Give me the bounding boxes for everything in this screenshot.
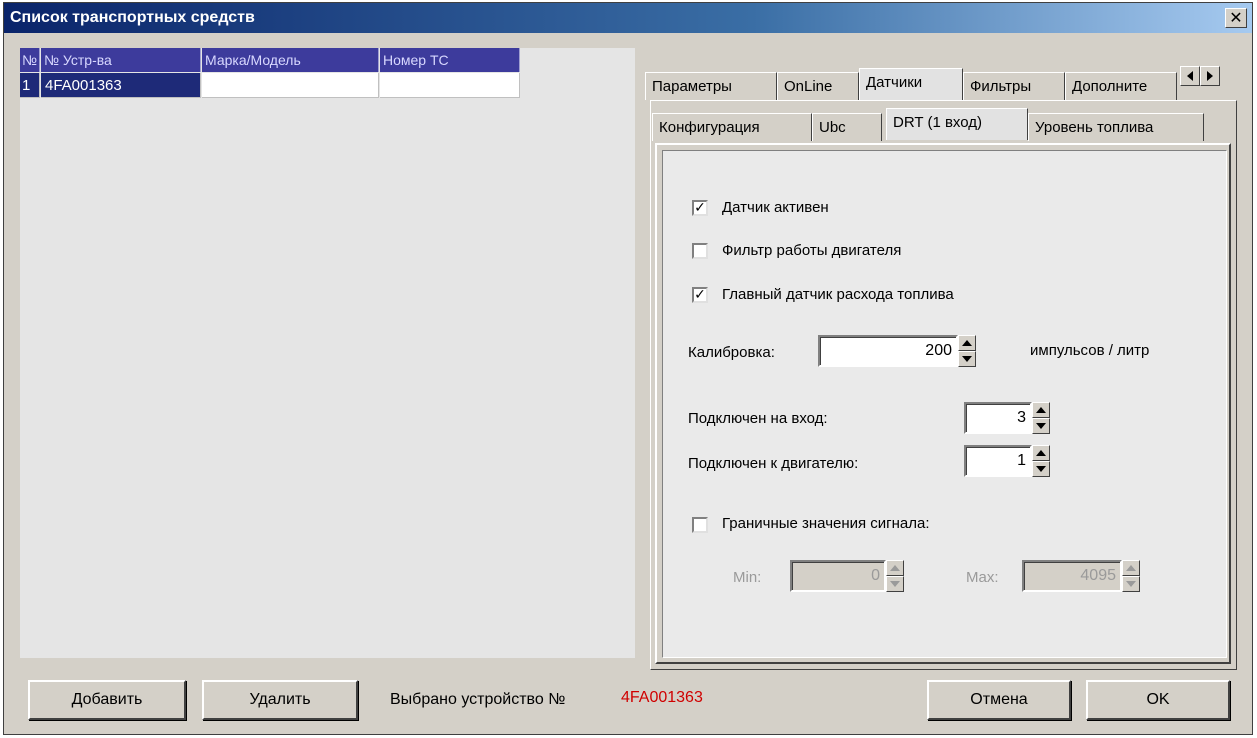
min-value-field[interactable]: 0 <box>790 560 886 592</box>
max-value-stepper[interactable] <box>1122 560 1140 592</box>
cancel-button[interactable]: Отмена <box>927 680 1071 720</box>
arrow-left-icon <box>1187 71 1193 81</box>
column-header-device[interactable]: № Устр-ва <box>41 48 201 72</box>
spin-down-button[interactable] <box>1032 418 1050 434</box>
sensor-active-checkbox[interactable]: ✓ <box>692 200 708 216</box>
tab-scroll-left-button[interactable] <box>1180 66 1200 86</box>
checkmark-icon: ✓ <box>694 287 706 303</box>
delete-button[interactable]: Удалить <box>202 680 358 720</box>
tab-additional[interactable]: Дополните <box>1065 72 1177 100</box>
subtab-drt[interactable]: DRT (1 вход) <box>886 108 1028 140</box>
calibration-unit-label: импульсов / литр <box>1030 342 1150 359</box>
input-number-stepper[interactable] <box>1032 402 1050 434</box>
tab-sensors[interactable]: Датчики <box>859 68 963 100</box>
selected-device-value: 4FA001363 <box>621 689 703 706</box>
calibration-label: Калибровка: <box>688 344 775 361</box>
min-value-stepper[interactable] <box>886 560 904 592</box>
spin-down-button[interactable] <box>1122 576 1140 592</box>
calibration-input[interactable]: 200 <box>818 335 958 367</box>
model-cell[interactable] <box>202 73 379 98</box>
arrow-up-icon <box>890 565 900 571</box>
tab-scroll-right-button[interactable] <box>1200 66 1220 86</box>
spin-down-button[interactable] <box>958 351 976 367</box>
spin-down-button[interactable] <box>1032 461 1050 477</box>
input-number-field[interactable]: 3 <box>964 402 1032 434</box>
arrow-down-icon <box>1036 423 1046 429</box>
close-button[interactable]: ✕ <box>1225 8 1247 28</box>
arrow-down-icon <box>890 581 900 587</box>
arrow-up-icon <box>1036 407 1046 413</box>
main-fuel-sensor-label: Главный датчик расхода топлива <box>722 286 954 303</box>
subtab-fuel-level[interactable]: Уровень топлива <box>1028 113 1204 141</box>
max-label: Max: <box>966 569 999 586</box>
arrow-up-icon <box>1036 450 1046 456</box>
arrow-down-icon <box>1126 581 1136 587</box>
window-title: Список транспортных средств <box>10 9 255 26</box>
engine-filter-label: Фильтр работы двигателя <box>722 242 902 259</box>
arrow-up-icon <box>962 340 972 346</box>
row-number-cell[interactable]: 1 <box>20 73 40 98</box>
sensor-active-label: Датчик активен <box>722 199 829 216</box>
arrow-down-icon <box>962 356 972 362</box>
spin-up-button[interactable] <box>886 560 904 576</box>
selected-device-label: Выбрано устройство № <box>390 691 566 708</box>
title-bar[interactable]: Список транспортных средств <box>4 3 1252 33</box>
max-value-field[interactable]: 4095 <box>1022 560 1122 592</box>
vehicle-grid[interactable]: № № Устр-ва Марка/Модель Номер ТС 1 4FA0… <box>20 48 635 658</box>
column-header-num[interactable]: № <box>20 48 40 72</box>
tab-filters[interactable]: Фильтры <box>963 72 1065 100</box>
engine-filter-checkbox[interactable] <box>692 243 708 259</box>
tab-online[interactable]: OnLine <box>777 72 859 100</box>
add-button[interactable]: Добавить <box>28 680 186 720</box>
arrow-down-icon <box>1036 466 1046 472</box>
engine-connection-label: Подключен к двигателю: <box>688 455 859 472</box>
device-number-cell[interactable]: 4FA001363 <box>41 73 201 98</box>
subtab-configuration[interactable]: Конфигурация <box>652 113 812 141</box>
signal-limits-label: Граничные значения сигнала: <box>722 515 930 532</box>
main-fuel-sensor-checkbox[interactable]: ✓ <box>692 287 708 303</box>
spin-up-button[interactable] <box>1032 402 1050 418</box>
column-header-plate[interactable]: Номер ТС <box>380 48 520 72</box>
spin-up-button[interactable] <box>1122 560 1140 576</box>
tab-parameters[interactable]: Параметры <box>645 72 777 100</box>
subtab-ubc[interactable]: Ubc <box>812 113 882 141</box>
close-icon: ✕ <box>1229 8 1243 27</box>
input-connection-label: Подключен на вход: <box>688 410 828 427</box>
spin-up-button[interactable] <box>1032 445 1050 461</box>
ok-button[interactable]: OK <box>1086 680 1230 720</box>
spin-down-button[interactable] <box>886 576 904 592</box>
engine-number-field[interactable]: 1 <box>964 445 1032 477</box>
arrow-up-icon <box>1126 565 1136 571</box>
plate-cell[interactable] <box>380 73 520 98</box>
engine-number-stepper[interactable] <box>1032 445 1050 477</box>
arrow-right-icon <box>1207 71 1213 81</box>
signal-limits-checkbox[interactable] <box>692 517 708 533</box>
checkmark-icon: ✓ <box>694 200 706 216</box>
min-label: Min: <box>733 569 762 586</box>
column-header-model[interactable]: Марка/Модель <box>202 48 379 72</box>
calibration-stepper[interactable] <box>958 335 976 367</box>
spin-up-button[interactable] <box>958 335 976 351</box>
